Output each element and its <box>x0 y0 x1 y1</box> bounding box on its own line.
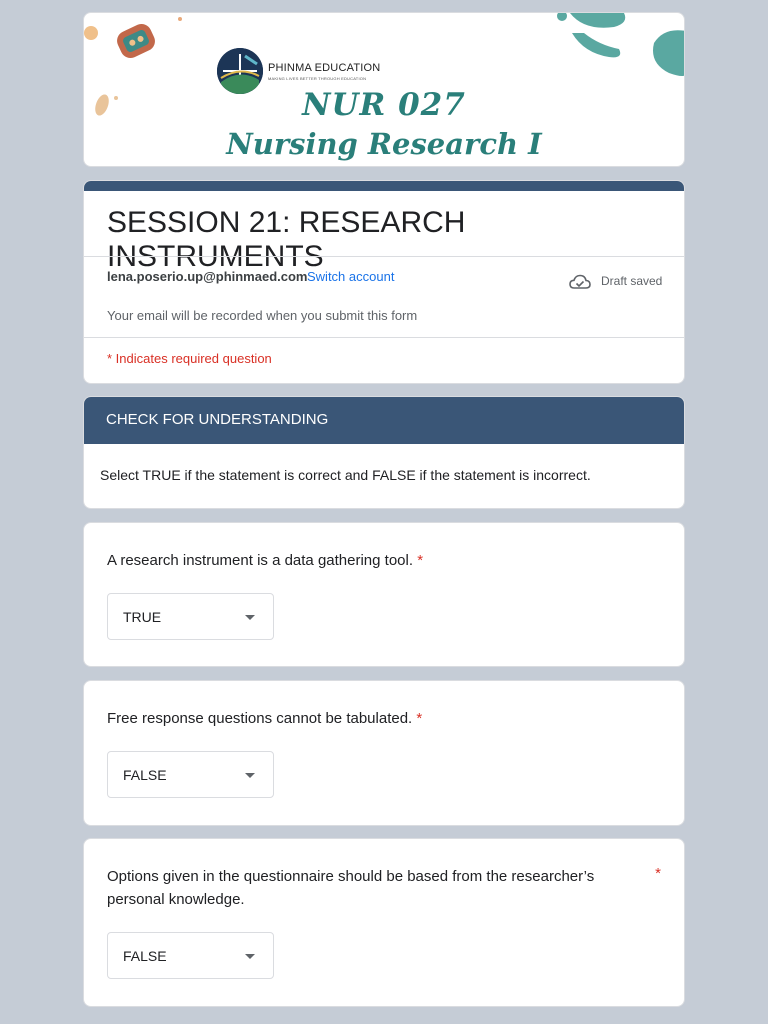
email-notice: Your email will be recorded when you sub… <box>107 308 418 323</box>
caret-down-icon <box>245 773 255 778</box>
course-name: Nursing Research I <box>226 127 542 161</box>
section-header: CHECK FOR UNDERSTANDING <box>84 397 684 444</box>
answer-dropdown[interactable]: TRUE <box>107 593 274 640</box>
question-label: Free response questions cannot be tabula… <box>107 710 413 727</box>
question-card: A research instrument is a data gatherin… <box>83 522 685 667</box>
org-name: PHINMA EDUCATION <box>268 62 381 74</box>
form-title-card: SESSION 21: RESEARCH INSTRUMENTS lena.po… <box>83 180 685 384</box>
question-text: Free response questions cannot be tabula… <box>107 707 422 730</box>
answer-dropdown[interactable]: FALSE <box>107 932 274 979</box>
org-tagline: MAKING LIVES BETTER THROUGH EDUCATION <box>268 76 367 81</box>
question-label: A research instrument is a data gatherin… <box>107 552 414 569</box>
caret-down-icon <box>245 954 255 959</box>
question-label: Options given in the questionnaire shoul… <box>107 868 595 908</box>
dropdown-value: FALSE <box>123 948 167 964</box>
caret-down-icon <box>245 615 255 620</box>
divider <box>84 337 684 338</box>
draft-status: Draft saved <box>601 274 663 288</box>
cloud-check-icon <box>569 274 591 289</box>
switch-account-link[interactable]: Switch account <box>307 269 394 284</box>
section-title: CHECK FOR UNDERSTANDING <box>106 411 329 428</box>
question-text: A research instrument is a data gatherin… <box>107 549 423 572</box>
form-title: SESSION 21: RESEARCH INSTRUMENTS <box>107 206 466 273</box>
title-accent-bar <box>84 181 684 191</box>
form-header-banner: PHINMA EDUCATION MAKING LIVES BETTER THR… <box>83 12 685 167</box>
answer-dropdown[interactable]: FALSE <box>107 751 274 798</box>
required-asterisk: * <box>416 710 423 727</box>
dropdown-value: TRUE <box>123 609 162 625</box>
divider <box>84 256 684 257</box>
course-code: NUR 027 <box>302 87 466 123</box>
required-asterisk: * <box>655 865 661 882</box>
section-card: CHECK FOR UNDERSTANDING Select TRUE if t… <box>83 396 685 509</box>
required-asterisk: * <box>417 552 424 569</box>
account-email: lena.poserio.up@phinmaed.com <box>107 269 308 284</box>
dropdown-value: FALSE <box>123 767 167 783</box>
question-card: Options given in the questionnaire shoul… <box>83 838 685 1007</box>
section-description: Select TRUE if the statement is correct … <box>100 467 591 483</box>
question-card: Free response questions cannot be tabula… <box>83 680 685 826</box>
required-notice: * Indicates required question <box>107 351 272 366</box>
